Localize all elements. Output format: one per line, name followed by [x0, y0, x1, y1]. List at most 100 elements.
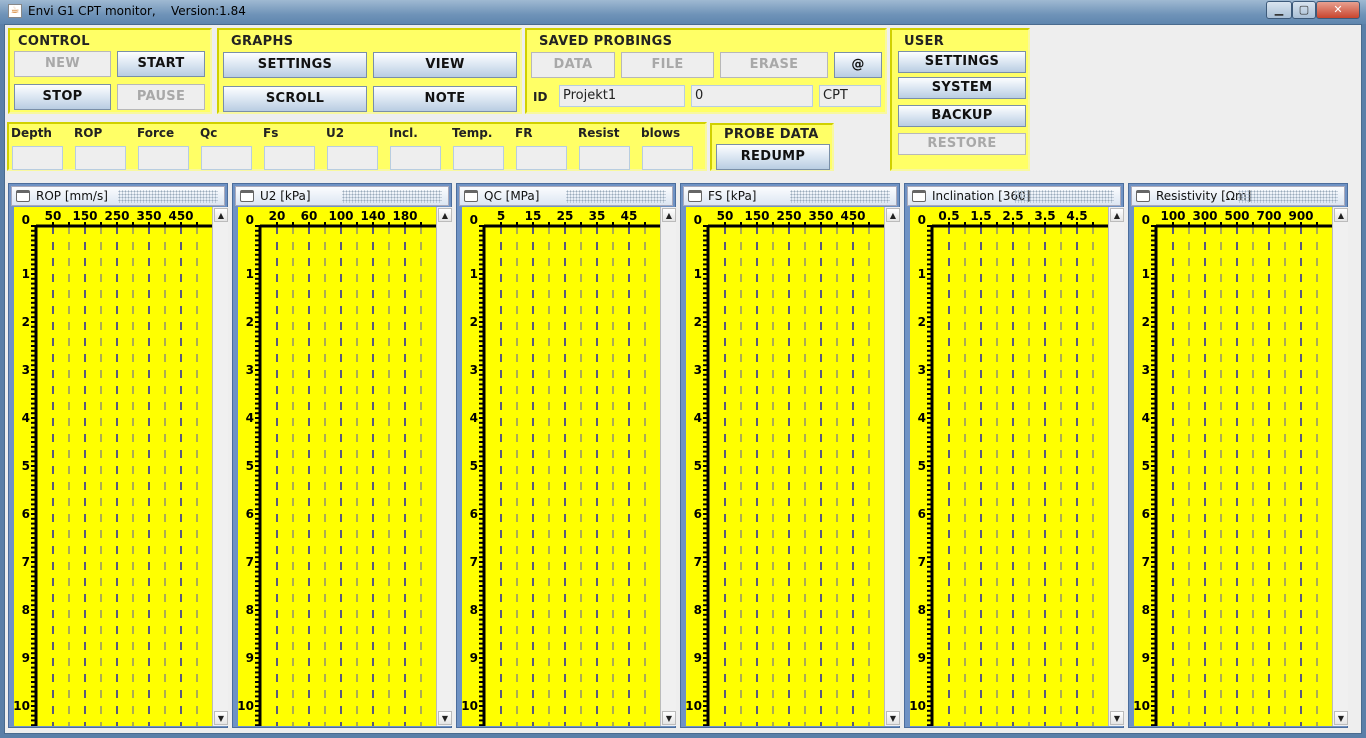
probing-number-field[interactable]: 0: [691, 85, 813, 107]
scrollbar[interactable]: ▲ ▼: [884, 207, 900, 726]
graph-plot: 100 300 500 700 900 0 1 2 3 4 5 6 7 8 9 10: [1133, 207, 1332, 730]
scroll-down-arrow[interactable]: ▼: [1110, 711, 1124, 725]
maximize-button[interactable]: ▢: [1292, 1, 1316, 19]
readout-field: [516, 146, 567, 170]
scroll-button[interactable]: SCROLL: [223, 86, 367, 112]
readout-field: [642, 146, 693, 170]
y-tick-label: 10: [910, 699, 926, 713]
scroll-down-arrow[interactable]: ▼: [886, 711, 900, 725]
scroll-down-arrow[interactable]: ▼: [438, 711, 452, 725]
scroll-up-arrow[interactable]: ▲: [1110, 208, 1124, 222]
graph-title-bar[interactable]: QC [MPa]: [459, 186, 673, 206]
x-tick-label: 450: [840, 209, 865, 223]
scroll-down-arrow[interactable]: ▼: [214, 711, 228, 725]
drag-grip: [790, 190, 890, 203]
graph-settings-button[interactable]: SETTINGS: [223, 52, 367, 78]
x-tick-label: 3.5: [1034, 209, 1055, 223]
note-button[interactable]: NOTE: [373, 86, 517, 112]
scroll-up-arrow[interactable]: ▲: [886, 208, 900, 222]
system-button[interactable]: SYSTEM: [898, 77, 1026, 99]
project-id-field[interactable]: Projekt1: [559, 85, 685, 107]
graph-title-bar[interactable]: U2 [kPa]: [235, 186, 449, 206]
file-button[interactable]: FILE: [621, 52, 714, 78]
x-tick-label: 5: [497, 209, 505, 223]
graph-svg: 50 150 250 350 450 0 1 2 3 4 5 6 7 8 9 10: [685, 209, 884, 730]
y-tick-label: 3: [918, 363, 926, 377]
graph-panel: U2 [kPa] 20 60 100 140 180 0 1 2 3 4 5 6 7 8 9 10 ▲ ▼: [232, 183, 452, 730]
window-icon: [1136, 190, 1150, 202]
x-tick-label: 150: [72, 209, 97, 223]
user-title: USER: [904, 34, 945, 49]
control-title: CONTROL: [18, 34, 90, 49]
x-tick-label: 15: [525, 209, 542, 223]
data-button[interactable]: DATA: [531, 52, 615, 78]
graph-title: QC [MPa]: [484, 189, 540, 203]
x-tick-label: 180: [392, 209, 417, 223]
y-tick-label: 10: [686, 699, 702, 713]
start-button[interactable]: START: [117, 51, 205, 77]
y-tick-label: 3: [22, 363, 30, 377]
y-tick-label: 9: [246, 651, 254, 665]
y-tick-label: 0: [470, 213, 478, 227]
graph-plot: 20 60 100 140 180 0 1 2 3 4 5 6 7 8 9 10: [237, 207, 436, 730]
readout-field: [264, 146, 315, 170]
scrollbar[interactable]: ▲ ▼: [436, 207, 452, 726]
scroll-down-arrow[interactable]: ▼: [1334, 711, 1348, 725]
pause-button[interactable]: PAUSE: [117, 84, 205, 110]
graph-title-bar[interactable]: FS [kPa]: [683, 186, 897, 206]
y-tick-label: 9: [694, 651, 702, 665]
x-tick-label: 100: [1160, 209, 1185, 223]
y-tick-label: 4: [694, 411, 702, 425]
stop-button[interactable]: STOP: [14, 84, 111, 110]
readouts-panel: Depth ROP Force Qc Fs U2 Incl. Temp. FR …: [7, 122, 707, 171]
graph-title-bar[interactable]: Inclination [360]: [907, 186, 1121, 206]
graph-title-bar[interactable]: ROP [mm/s]: [11, 186, 225, 206]
scrollbar[interactable]: ▲ ▼: [660, 207, 676, 726]
probing-type-field[interactable]: CPT: [819, 85, 881, 107]
x-tick-label: 1.5: [970, 209, 991, 223]
close-button[interactable]: ✕: [1316, 1, 1360, 19]
y-tick-label: 1: [22, 267, 30, 281]
view-button[interactable]: VIEW: [373, 52, 517, 78]
x-tick-label: 350: [136, 209, 161, 223]
scrollbar[interactable]: ▲ ▼: [1332, 207, 1348, 726]
scrollbar[interactable]: ▲ ▼: [212, 207, 228, 726]
email-button[interactable]: @: [834, 52, 882, 78]
scroll-up-arrow[interactable]: ▲: [662, 208, 676, 222]
scroll-down-arrow[interactable]: ▼: [662, 711, 676, 725]
scroll-up-arrow[interactable]: ▲: [1334, 208, 1348, 222]
y-tick-label: 10: [462, 699, 478, 713]
readout-field: [201, 146, 252, 170]
window-icon: [16, 190, 30, 202]
y-tick-label: 2: [470, 315, 478, 329]
backup-button[interactable]: BACKUP: [898, 105, 1026, 127]
redump-button[interactable]: REDUMP: [716, 144, 830, 170]
graph-title: FS [kPa]: [708, 189, 757, 203]
y-tick-label: 5: [470, 459, 478, 473]
scrollbar[interactable]: ▲ ▼: [1108, 207, 1124, 726]
y-tick-label: 10: [14, 699, 30, 713]
minimize-button[interactable]: ▁: [1266, 1, 1292, 19]
y-tick-label: 0: [22, 213, 30, 227]
new-button[interactable]: NEW: [14, 51, 111, 77]
restore-button[interactable]: RESTORE: [898, 133, 1026, 155]
probe-data-panel: PROBE DATA REDUMP: [710, 123, 834, 171]
erase-button[interactable]: ERASE: [720, 52, 828, 78]
readout-label: Temp.: [452, 126, 493, 140]
y-tick-label: 0: [694, 213, 702, 227]
y-tick-label: 7: [22, 555, 30, 569]
x-tick-label: 500: [1224, 209, 1249, 223]
window-title: Envi G1 CPT monitor, Version:1.84: [28, 4, 246, 18]
user-settings-button[interactable]: SETTINGS: [898, 51, 1026, 73]
graph-title-bar[interactable]: Resistivity [Ωm]: [1131, 186, 1345, 206]
y-tick-label: 9: [918, 651, 926, 665]
window-icon: [240, 190, 254, 202]
y-tick-label: 3: [246, 363, 254, 377]
x-tick-label: 50: [45, 209, 62, 223]
drag-grip: [342, 190, 442, 203]
graph-plot: 5 15 25 35 45 0 1 2 3 4 5 6 7 8 9 10: [461, 207, 660, 730]
y-tick-label: 5: [694, 459, 702, 473]
scroll-up-arrow[interactable]: ▲: [438, 208, 452, 222]
graphs-panel: GRAPHS SETTINGS VIEW SCROLL NOTE: [217, 28, 522, 114]
scroll-up-arrow[interactable]: ▲: [214, 208, 228, 222]
